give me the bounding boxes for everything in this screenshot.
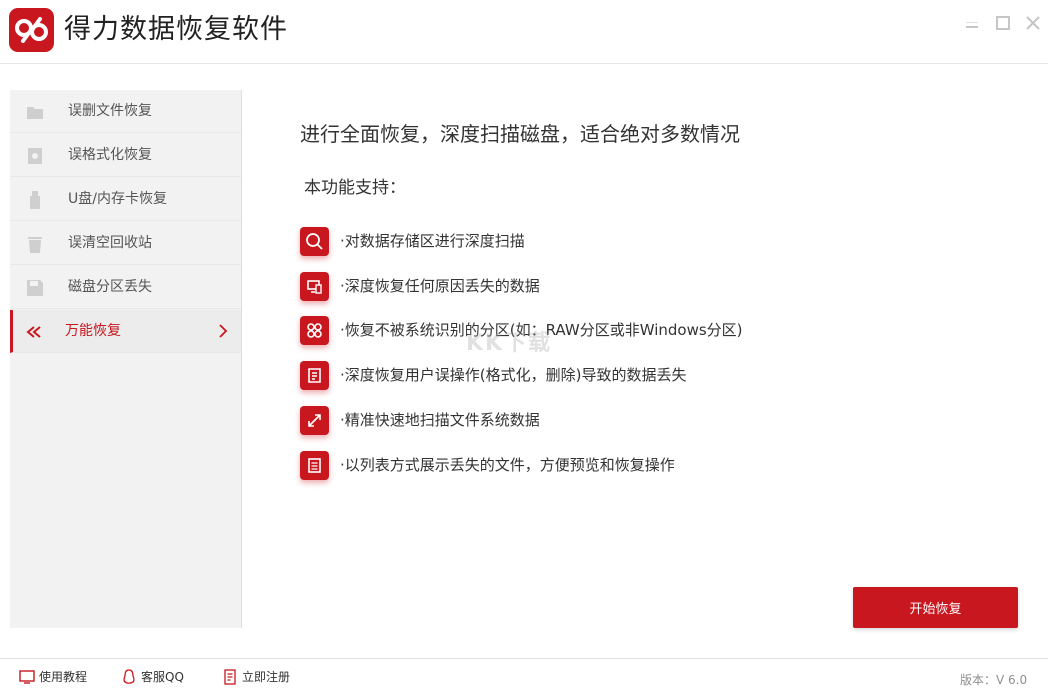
feature-text: ·深度恢复任何原因丢失的数据 xyxy=(340,277,540,295)
monitor-icon xyxy=(19,670,35,684)
support-qq-label: 客服QQ xyxy=(141,670,184,684)
format-icon xyxy=(28,148,42,164)
devices-icon xyxy=(300,272,329,301)
feature-text: ·对数据存储区进行深度扫描 xyxy=(340,232,525,250)
version-label: 版本：V 6.0 xyxy=(960,673,1028,687)
register-document-icon xyxy=(224,669,236,685)
sidebar-item-usb-recovery[interactable]: U盘/内存卡恢复 xyxy=(10,178,241,221)
double-arrow-back-icon xyxy=(26,326,41,338)
feature-item: ·深度恢复任何原因丢失的数据 xyxy=(300,272,860,302)
register-label: 立即注册 xyxy=(242,670,291,684)
document-restore-icon xyxy=(300,361,329,390)
app-title: 得力数据恢复软件 xyxy=(64,14,288,45)
feature-text: ·精准快速地扫描文件系统数据 xyxy=(340,411,540,429)
magnifier-icon xyxy=(300,227,329,256)
sidebar-item-label: U盘/内存卡恢复 xyxy=(68,191,167,207)
feature-item: ·对数据存储区进行深度扫描 xyxy=(300,227,860,257)
list-document-icon xyxy=(300,451,329,480)
disk-icon xyxy=(27,280,43,296)
minimize-button[interactable] xyxy=(963,14,981,32)
footer: 使用教程 客服QQ 立即注册 版本：V 6.0 xyxy=(0,658,1048,692)
title-bar: 得力数据恢复软件 xyxy=(0,0,1048,64)
sidebar-item-label: 磁盘分区丢失 xyxy=(68,279,152,295)
sidebar-item-universal-recovery[interactable]: 万能恢复 xyxy=(10,310,241,353)
usb-drive-icon xyxy=(30,191,40,209)
app-logo-icon xyxy=(9,8,54,52)
sidebar: 误删文件恢复 误格式化恢复 U盘/内存卡恢复 误清空回收站 磁盘分区丢失 万能恢… xyxy=(10,90,242,628)
feature-item: ·精准快速地扫描文件系统数据 xyxy=(300,406,860,436)
feature-item: ·深度恢复用户误操作(格式化，删除)导致的数据丢失 xyxy=(300,361,860,391)
sidebar-item-deleted-files[interactable]: 误删文件恢复 xyxy=(10,90,241,133)
feature-text: ·深度恢复用户误操作(格式化，删除)导致的数据丢失 xyxy=(340,366,687,384)
sidebar-item-label: 万能恢复 xyxy=(65,323,121,339)
sidebar-item-recycle-bin[interactable]: 误清空回收站 xyxy=(10,222,241,265)
close-icon xyxy=(1026,16,1040,30)
maximize-icon xyxy=(996,16,1010,30)
feature-item: ·以列表方式展示丢失的文件，方便预览和恢复操作 xyxy=(300,451,860,481)
feature-text: ·以列表方式展示丢失的文件，方便预览和恢复操作 xyxy=(340,456,675,474)
start-recovery-button[interactable]: 开始恢复 xyxy=(853,587,1018,628)
partition-grid-icon xyxy=(300,316,329,345)
support-qq-link[interactable]: 客服QQ xyxy=(121,669,201,685)
qq-penguin-icon xyxy=(123,669,135,684)
headline: 进行全面恢复，深度扫描磁盘，适合绝对多数情况 xyxy=(300,122,740,146)
minimize-icon xyxy=(966,22,978,28)
sidebar-item-label: 误格式化恢复 xyxy=(68,147,152,163)
close-button[interactable] xyxy=(1024,14,1042,32)
sidebar-item-partition-lost[interactable]: 磁盘分区丢失 xyxy=(10,266,241,309)
chevron-right-icon xyxy=(219,324,228,338)
resize-arrows-icon xyxy=(300,406,329,435)
support-title: 本功能支持： xyxy=(304,178,406,198)
feature-item: ·恢复不被系统识别的分区(如：RAW分区或非Windows分区) xyxy=(300,316,860,346)
register-link[interactable]: 立即注册 xyxy=(222,669,302,685)
sidebar-item-label: 误删文件恢复 xyxy=(68,103,152,119)
sidebar-item-format-recovery[interactable]: 误格式化恢复 xyxy=(10,134,241,177)
sidebar-item-label: 误清空回收站 xyxy=(68,235,152,251)
watermark: KK下载 xyxy=(466,331,553,356)
tutorial-label: 使用教程 xyxy=(39,670,88,684)
trash-icon xyxy=(28,237,42,253)
folder-icon xyxy=(27,107,43,119)
tutorial-link[interactable]: 使用教程 xyxy=(19,669,99,685)
maximize-button[interactable] xyxy=(994,14,1012,32)
